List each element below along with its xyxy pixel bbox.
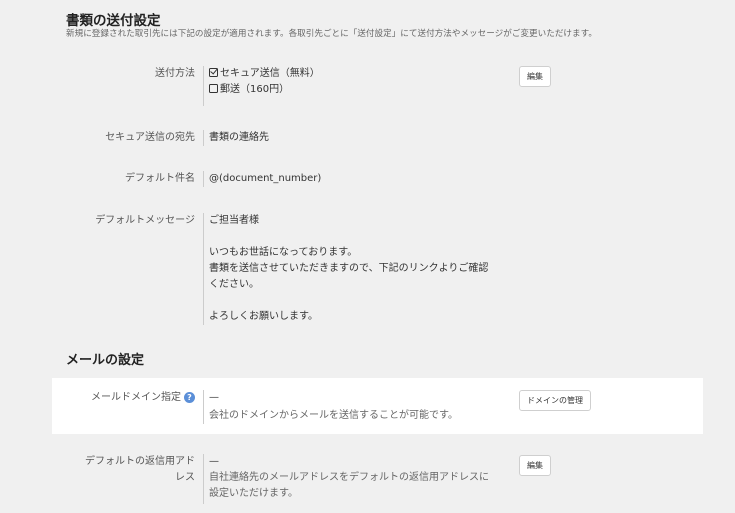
option-mail[interactable]: 郵送（160円） [209, 82, 320, 98]
send-method-edit-button[interactable]: 編集 [519, 66, 551, 87]
divider [203, 130, 204, 146]
message-line: ご担当者様 [209, 215, 259, 226]
message-line: ください。 [209, 279, 259, 290]
option-mail-label: 郵送（160円） [220, 84, 290, 95]
doc-settings-description: 新規に登録された取引先には下記の設定が適用されます。各取引先ごとに「送付設定」に… [66, 29, 597, 39]
mail-settings-title: メールの設定 [66, 353, 145, 368]
divider [203, 171, 204, 187]
default-reply-note-line2: 設定いただけます。 [209, 488, 298, 499]
message-line: いつもお世話になっております。 [209, 247, 358, 258]
send-method-label: 送付方法 [155, 68, 195, 79]
default-reply-note-line1: 自社連絡先のメールアドレスをデフォルトの返信用アドレスに [209, 472, 489, 483]
secure-recipient-value: 書類の連絡先 [209, 132, 269, 143]
checkbox-checked-icon[interactable] [209, 68, 218, 77]
divider [203, 213, 204, 325]
default-reply-label: デフォルトの返信用アド レス [65, 454, 195, 486]
message-line: 書類を送信させていただきますので、下記のリンクよりご確認 [209, 263, 489, 274]
default-reply-dash: — [209, 456, 219, 467]
divider [203, 454, 204, 504]
help-icon[interactable]: ? [184, 392, 195, 403]
default-subject-value: @(document_number) [209, 173, 322, 184]
default-reply-value: — 自社連絡先のメールアドレスをデフォルトの返信用アドレスに 設定いただけます。 [209, 454, 489, 502]
option-secure-label: セキュア送信（無料） [220, 68, 320, 79]
default-reply-edit-button[interactable]: 編集 [519, 455, 551, 476]
default-reply-label-line2: レス [175, 472, 195, 483]
message-line: よろしくお願いします。 [209, 311, 318, 322]
secure-recipient-label: セキュア送信の宛先 [105, 132, 195, 143]
default-subject-label: デフォルト件名 [125, 173, 195, 184]
default-message-body: ご担当者様 いつもお世話になっております。 書類を送信させていただきますので、下… [209, 213, 488, 325]
mail-domain-dash: — [209, 392, 219, 403]
manage-domain-button[interactable]: ドメインの管理 [519, 390, 591, 411]
mail-domain-value: — 会社のドメインからメールを送信することが可能です。 [209, 390, 458, 424]
option-secure[interactable]: セキュア送信（無料） [209, 66, 320, 82]
mail-domain-label: メールドメイン指定 [91, 392, 181, 403]
send-method-options: セキュア送信（無料） 郵送（160円） [209, 66, 320, 98]
doc-settings-title: 書類の送付設定 [66, 13, 161, 29]
divider [203, 66, 204, 106]
checkbox-unchecked-icon[interactable] [209, 84, 218, 93]
divider [203, 390, 204, 424]
mail-domain-note: 会社のドメインからメールを送信することが可能です。 [209, 410, 458, 421]
mail-domain-label-wrap: メールドメイン指定? [57, 390, 195, 406]
default-reply-label-line1: デフォルトの返信用アド [85, 456, 195, 467]
default-message-label: デフォルトメッセージ [95, 215, 195, 226]
